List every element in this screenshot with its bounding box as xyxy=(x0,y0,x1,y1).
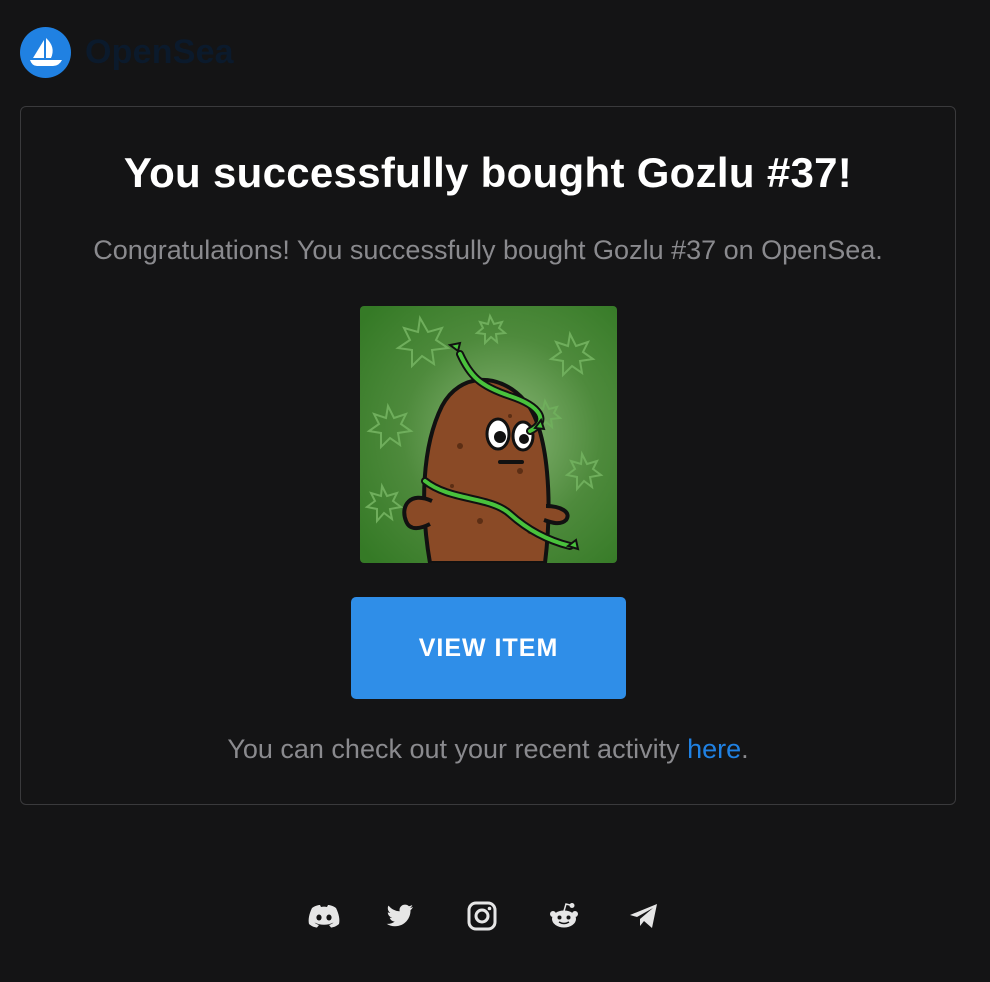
activity-message: You can check out your recent activity h… xyxy=(21,734,955,765)
nft-image[interactable] xyxy=(360,306,617,563)
activity-period: . xyxy=(741,734,749,764)
opensea-logo[interactable]: OpenSea xyxy=(20,27,234,78)
activity-text: You can check out your recent activity xyxy=(227,734,688,764)
logo-text: OpenSea xyxy=(85,33,234,71)
telegram-icon[interactable] xyxy=(626,898,662,934)
twitter-icon[interactable] xyxy=(382,898,418,934)
activity-link[interactable]: here xyxy=(687,734,741,764)
social-links xyxy=(0,898,990,938)
page-title: You successfully bought Gozlu #37! xyxy=(123,149,853,196)
discord-icon[interactable] xyxy=(306,898,342,934)
view-item-button[interactable]: VIEW ITEM xyxy=(351,597,626,699)
instagram-icon[interactable] xyxy=(464,898,500,934)
email-page: OpenSea You successfully bought Gozlu #3… xyxy=(0,0,990,982)
purchase-card: You successfully bought Gozlu #37! Congr… xyxy=(20,106,956,805)
congrats-message: Congratulations! You successfully bought… xyxy=(93,235,883,265)
reddit-icon[interactable] xyxy=(546,898,582,934)
opensea-ship-icon xyxy=(20,27,71,78)
